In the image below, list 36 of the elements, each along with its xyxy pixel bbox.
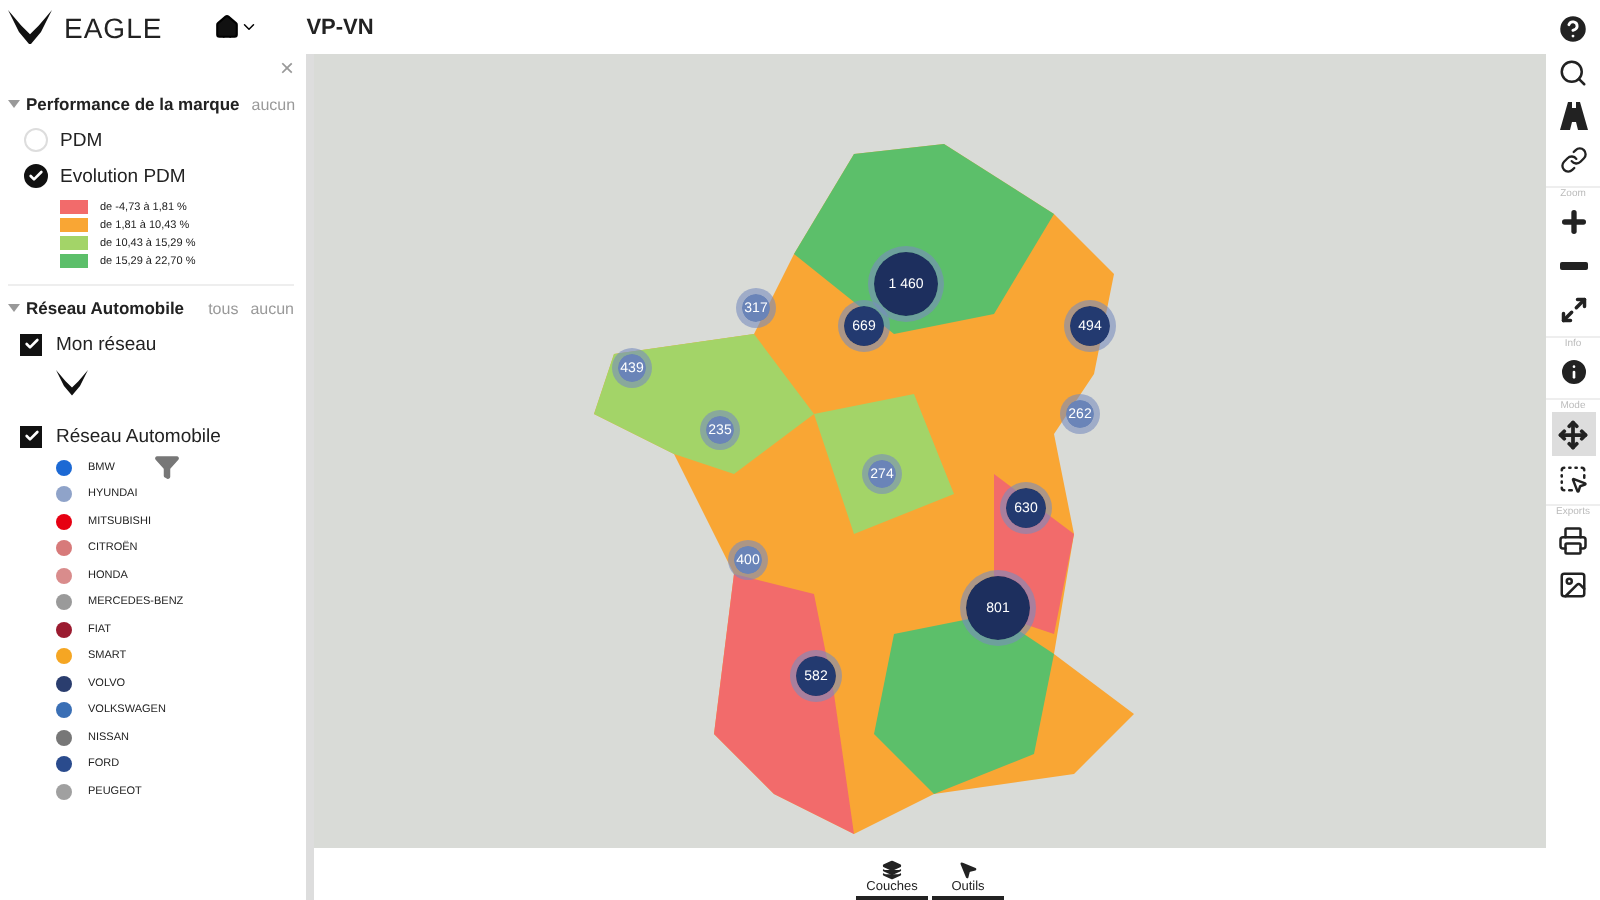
radio-button[interactable] bbox=[24, 164, 48, 188]
collapse-icon[interactable] bbox=[8, 304, 20, 312]
checkbox[interactable] bbox=[20, 425, 42, 447]
home-icon bbox=[214, 14, 241, 40]
option-label: Evolution PDM bbox=[60, 165, 186, 187]
check-icon bbox=[23, 428, 39, 444]
section-title: Performance de la marque bbox=[26, 94, 240, 114]
caret-icon bbox=[240, 18, 259, 36]
check-icon bbox=[23, 336, 39, 352]
road-icon bbox=[1557, 100, 1589, 132]
checkbox[interactable] bbox=[20, 333, 42, 355]
filter-icon bbox=[154, 454, 180, 480]
link-icon bbox=[1559, 146, 1587, 174]
layer-label: Réseau Automobile bbox=[56, 425, 221, 447]
move-icon bbox=[1558, 419, 1588, 449]
zoom-out-icon bbox=[1559, 262, 1587, 270]
fullscreen-icon bbox=[1559, 296, 1587, 324]
nav-link[interactable]: VP-VN bbox=[306, 15, 374, 39]
zoom-in-icon bbox=[1557, 206, 1589, 238]
cursor-icon bbox=[958, 860, 978, 880]
brand-name: EAGLE bbox=[64, 11, 163, 43]
eagle-icon bbox=[56, 370, 88, 396]
selection-icon bbox=[1558, 463, 1588, 493]
move-button[interactable] bbox=[1551, 412, 1595, 456]
image-icon bbox=[1558, 569, 1588, 599]
check-icon bbox=[28, 168, 44, 184]
layers-icon bbox=[882, 860, 902, 880]
eagle-logo-icon bbox=[8, 9, 52, 45]
collapse-icon[interactable] bbox=[8, 100, 20, 108]
print-icon bbox=[1558, 525, 1588, 555]
help-icon bbox=[1556, 11, 1590, 45]
section-title: Réseau Automobile bbox=[26, 298, 187, 318]
option-label: PDM bbox=[60, 129, 103, 151]
info-icon bbox=[1557, 356, 1589, 388]
search-icon bbox=[1558, 57, 1588, 87]
layer-label: Mon réseau bbox=[56, 333, 157, 355]
